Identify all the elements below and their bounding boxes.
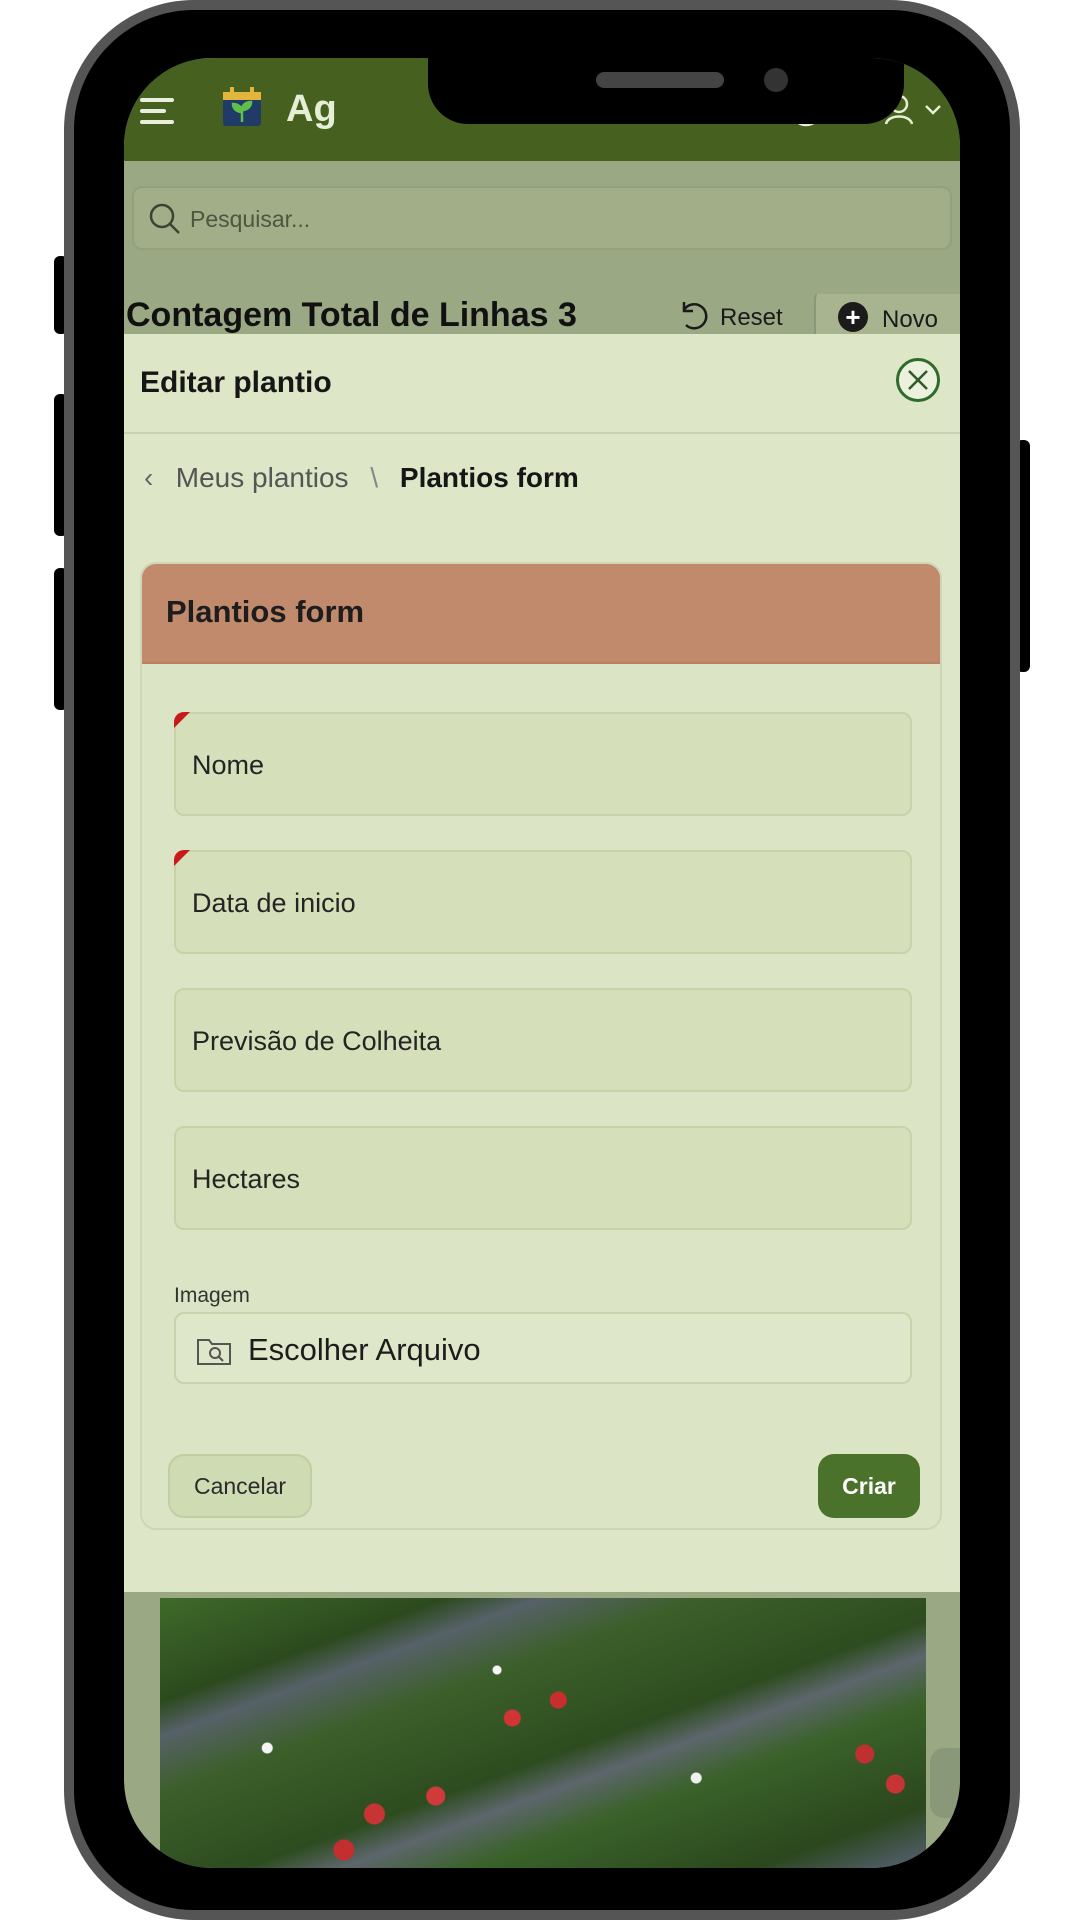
scroll-handle[interactable] bbox=[930, 1748, 960, 1818]
new-button[interactable]: + Novo bbox=[814, 294, 960, 334]
reset-icon bbox=[682, 302, 708, 330]
form-header: Plantios form bbox=[142, 564, 940, 664]
breadcrumb: ‹ Meus plantios \ Plantios form bbox=[144, 462, 579, 494]
search-placeholder: Pesquisar... bbox=[190, 206, 311, 232]
nome-label: Nome bbox=[192, 750, 265, 780]
list-title: Contagem Total de Linhas 3 bbox=[126, 296, 577, 334]
notch-speaker bbox=[596, 72, 724, 88]
image-label: Imagem bbox=[174, 1284, 250, 1307]
close-icon bbox=[908, 370, 928, 390]
folder-search-icon bbox=[197, 1339, 231, 1365]
required-marker bbox=[174, 850, 190, 866]
plus-icon: + bbox=[838, 302, 868, 332]
chevron-left-icon[interactable]: ‹ bbox=[144, 462, 168, 494]
list-title-row: Contagem Total de Linhas 3 Reset + Novo bbox=[124, 294, 960, 334]
reset-button[interactable]: Reset bbox=[676, 298, 783, 334]
data-inicio-label: Data de inicio bbox=[192, 888, 356, 918]
breadcrumb-current: Plantios form bbox=[399, 462, 579, 493]
modal-title: Editar plantio bbox=[140, 366, 332, 399]
data-inicio-field[interactable]: Data de inicio bbox=[174, 850, 912, 954]
app-logo bbox=[223, 87, 261, 126]
close-button[interactable] bbox=[896, 358, 940, 402]
breadcrumb-separator: \ bbox=[370, 462, 379, 493]
search-icon bbox=[149, 203, 180, 234]
edit-modal: Editar plantio ‹ Meus plantios \ Plantio… bbox=[124, 334, 960, 1592]
reset-label: Reset bbox=[720, 304, 783, 331]
create-button[interactable]: Criar bbox=[818, 1454, 920, 1518]
hectares-label: Hectares bbox=[192, 1164, 301, 1194]
app-title: Ag bbox=[286, 88, 337, 130]
menu-icon[interactable] bbox=[140, 98, 176, 128]
previsao-colheita-field[interactable]: Previsão de Colheita bbox=[174, 988, 912, 1092]
plantio-image bbox=[160, 1598, 926, 1868]
modal-header: Editar plantio bbox=[124, 334, 960, 434]
file-picker-button[interactable]: Escolher Arquivo bbox=[174, 1312, 912, 1384]
previsao-colheita-label: Previsão de Colheita bbox=[192, 1026, 442, 1056]
cancel-button[interactable]: Cancelar bbox=[168, 1454, 312, 1518]
file-picker-label: Escolher Arquivo bbox=[248, 1332, 481, 1367]
new-label: Novo bbox=[882, 306, 939, 333]
form-title: Plantios form bbox=[166, 594, 365, 629]
plantios-form: Plantios form Nome Data de inicio Previs… bbox=[140, 562, 942, 1530]
phone-notch bbox=[428, 58, 904, 124]
nome-field[interactable]: Nome bbox=[174, 712, 912, 816]
phone-screen: Ag ? Pesquisar... Contagem Total de Linh… bbox=[124, 58, 960, 1868]
notch-camera bbox=[764, 68, 788, 92]
breadcrumb-parent[interactable]: Meus plantios bbox=[176, 462, 349, 493]
required-marker bbox=[174, 712, 190, 728]
hectares-field[interactable]: Hectares bbox=[174, 1126, 912, 1230]
search-input[interactable]: Pesquisar... bbox=[132, 186, 952, 250]
